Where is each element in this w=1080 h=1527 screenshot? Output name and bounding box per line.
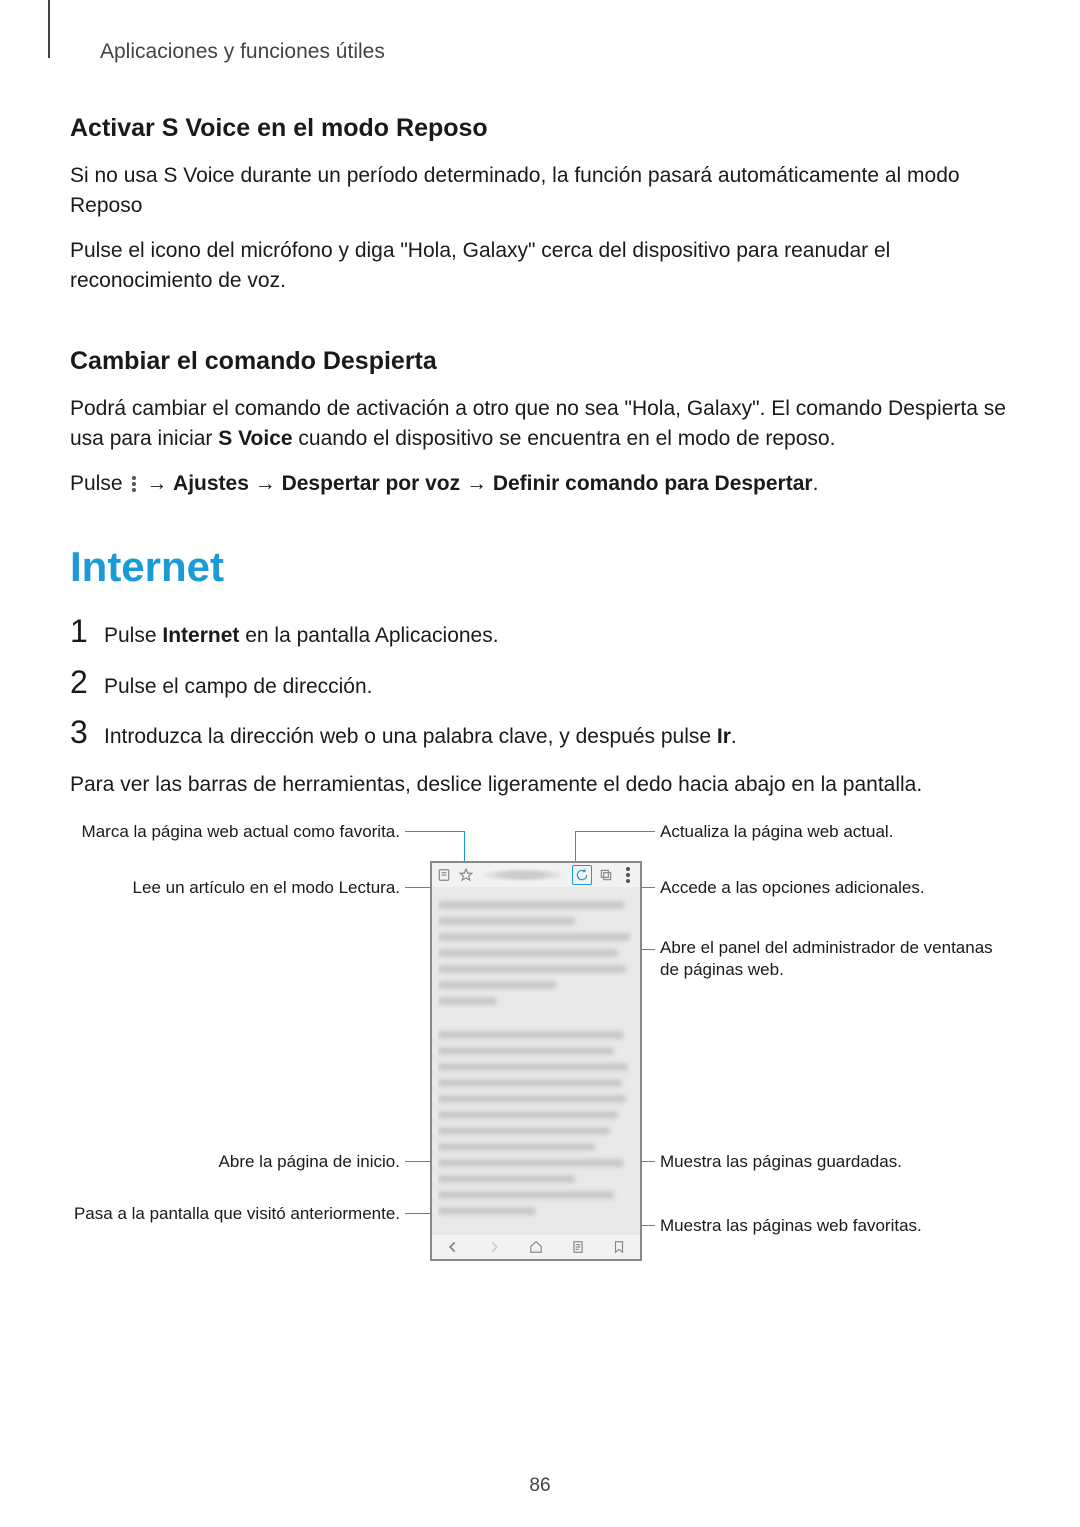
svoice-sleep-p2: Pulse el icono del micrófono y diga "Hol… — [70, 236, 1010, 297]
overflow-menu-icon[interactable] — [620, 867, 636, 883]
label-back: Pasa a la pantalla que visitó anteriorme… — [70, 1203, 400, 1225]
browser-illustration: Marca la página web actual como favorita… — [70, 821, 1010, 1291]
label-options: Accede a las opciones adicionales. — [660, 877, 1004, 899]
wake-command-p1: Podrá cambiar el comando de activación a… — [70, 394, 1010, 455]
text: . — [731, 725, 737, 748]
bookmarks-icon[interactable] — [611, 1239, 627, 1255]
text-bold: Definir comando para Despertar — [493, 472, 813, 495]
reader-mode-icon[interactable] — [436, 867, 452, 883]
text-bold: Ir — [717, 725, 731, 748]
text: cuando el dispositivo se encuentra en el… — [293, 427, 836, 450]
page-number: 86 — [0, 1475, 1080, 1497]
windows-icon[interactable] — [598, 867, 614, 883]
label-bookmark: Marca la página web actual como favorita… — [70, 821, 400, 843]
connector — [405, 831, 465, 832]
step-2: 2 Pulse el campo de dirección. — [70, 670, 1010, 702]
label-refresh: Actualiza la página web actual. — [660, 821, 1004, 843]
text-bold: Despertar por voz — [282, 472, 461, 495]
internet-heading: Internet — [70, 543, 1010, 591]
step-number: 2 — [70, 666, 104, 698]
step-1: 1 Pulse Internet en la pantalla Aplicaci… — [70, 619, 1010, 651]
phone-mockup — [430, 861, 642, 1261]
text-bold: Internet — [162, 624, 239, 647]
page-content-placeholder — [438, 893, 634, 1229]
step-3: 3 Introduzca la dirección web o una pala… — [70, 720, 1010, 752]
label-favorites: Muestra las páginas web favoritas. — [660, 1215, 1004, 1237]
step-number: 3 — [70, 716, 104, 748]
text: Pulse — [70, 472, 128, 495]
bookmark-star-icon[interactable] — [458, 867, 474, 883]
forward-icon[interactable] — [486, 1239, 502, 1255]
svoice-sleep-heading: Activar S Voice en el modo Reposo — [70, 114, 1010, 143]
label-saved: Muestra las páginas guardadas. — [660, 1151, 1004, 1173]
internet-toolbar-tip: Para ver las barras de herramientas, des… — [70, 770, 1010, 800]
text-bold: S Voice — [218, 427, 292, 450]
margin-rule — [48, 0, 50, 58]
text: Introduzca la dirección web o una palabr… — [104, 725, 717, 748]
step-text: Pulse Internet en la pantalla Aplicacion… — [104, 621, 499, 651]
step-number: 1 — [70, 615, 104, 647]
section-header: Aplicaciones y funciones útiles — [100, 40, 1010, 64]
connector — [575, 831, 655, 832]
browser-top-toolbar — [432, 863, 640, 887]
back-icon[interactable] — [445, 1239, 461, 1255]
arrow: → — [249, 472, 282, 495]
label-windows: Abre el panel del administrador de venta… — [660, 937, 1004, 981]
label-homepage: Abre la página de inicio. — [70, 1151, 400, 1173]
browser-bottom-toolbar — [432, 1235, 640, 1259]
address-bar[interactable] — [480, 868, 566, 882]
arrow: → — [460, 472, 493, 495]
text: . — [813, 472, 819, 495]
refresh-icon[interactable] — [572, 865, 592, 885]
wake-command-p2: Pulse → Ajustes → Despertar por voz → De… — [70, 469, 1010, 499]
home-icon[interactable] — [528, 1239, 544, 1255]
step-text: Introduzca la dirección web o una palabr… — [104, 722, 737, 752]
step-text: Pulse el campo de dirección. — [104, 672, 372, 702]
label-reader: Lee un artículo en el modo Lectura. — [70, 877, 400, 899]
wake-command-heading: Cambiar el comando Despierta — [70, 347, 1010, 376]
svoice-sleep-p1: Si no usa S Voice durante un período det… — [70, 161, 1010, 222]
text: Pulse — [104, 624, 162, 647]
text-bold: Ajustes — [173, 472, 249, 495]
saved-pages-icon[interactable] — [570, 1239, 586, 1255]
overflow-icon — [132, 474, 136, 494]
text: en la pantalla Aplicaciones. — [239, 624, 498, 647]
arrow: → — [140, 472, 173, 495]
